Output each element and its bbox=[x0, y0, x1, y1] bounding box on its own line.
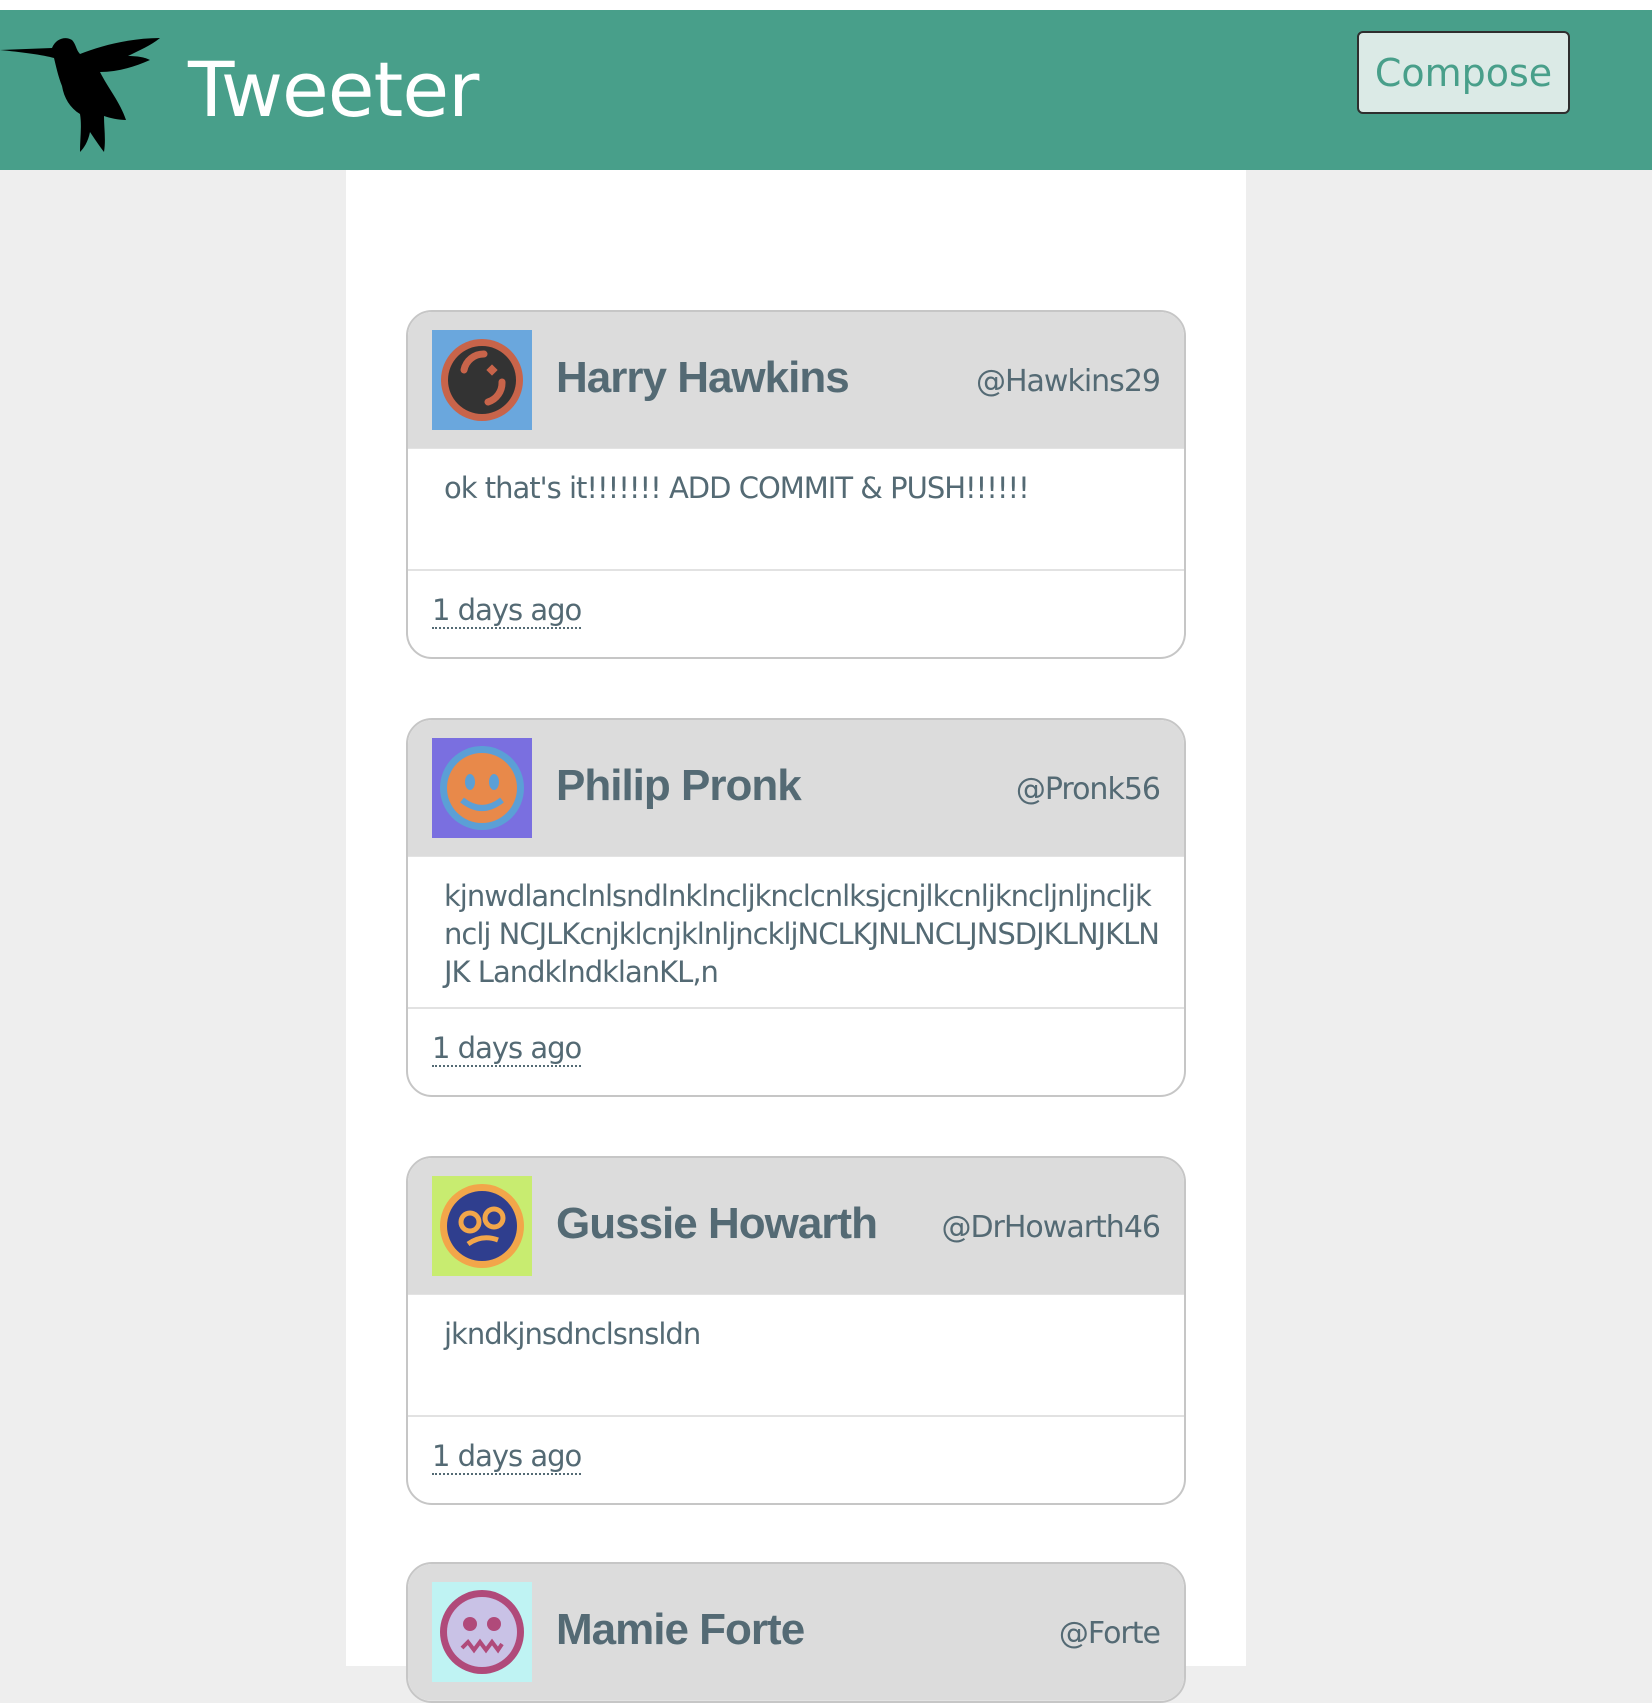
tweet-timestamp: 1 days ago bbox=[432, 1439, 582, 1475]
tweet-author-handle: @Forte bbox=[1058, 1616, 1161, 1651]
tweet-author-name: Mamie Forte bbox=[556, 1605, 805, 1654]
tweet-author-name: Gussie Howarth bbox=[556, 1199, 878, 1248]
avatar-spinner-face-icon[interactable] bbox=[432, 330, 532, 430]
tweet-author-handle: @DrHowarth46 bbox=[941, 1210, 1161, 1245]
hummingbird-icon bbox=[0, 38, 160, 152]
tweet-author-handle: @Pronk56 bbox=[1015, 772, 1161, 807]
tweet-header: Mamie Forte @Forte bbox=[408, 1564, 1184, 1701]
brand-title[interactable]: Tweeter bbox=[188, 52, 479, 128]
tweet-header: Harry Hawkins @Hawkins29 bbox=[408, 312, 1184, 449]
tweet-author-handle: @Hawkins29 bbox=[975, 364, 1161, 399]
tweet-text: jkndkjnsdnclsnsldn bbox=[408, 1295, 1184, 1417]
avatar-skull-face-icon[interactable] bbox=[432, 1582, 532, 1682]
tweet-footer: 1 days ago bbox=[408, 571, 1184, 657]
tweet-author-name: Philip Pronk bbox=[556, 761, 802, 810]
tweet-footer: 1 days ago bbox=[408, 1417, 1184, 1503]
tweet-footer: 1 days ago bbox=[408, 1009, 1184, 1095]
tweet-card: Harry Hawkins @Hawkins29 ok that's it!!!… bbox=[406, 310, 1186, 659]
avatar-smile-face-icon[interactable] bbox=[432, 738, 532, 838]
avatar-glasses-face-icon[interactable] bbox=[432, 1176, 532, 1276]
tweet-feed: Harry Hawkins @Hawkins29 ok that's it!!!… bbox=[346, 170, 1246, 1703]
top-strip bbox=[0, 0, 1652, 10]
tweet-timestamp: 1 days ago bbox=[432, 1031, 582, 1067]
tweet-text: kjnwdlanclnlsndlnklncljknclcnlksjcnjlkcn… bbox=[408, 857, 1184, 1009]
tweet-card: Philip Pronk @Pronk56 kjnwdlanclnlsndlnk… bbox=[406, 718, 1186, 1097]
tweet-header: Philip Pronk @Pronk56 bbox=[408, 720, 1184, 857]
tweet-timestamp: 1 days ago bbox=[432, 593, 582, 629]
tweet-card: Mamie Forte @Forte bbox=[406, 1562, 1186, 1703]
tweet-text: ok that's it!!!!!!! ADD COMMIT & PUSH!!!… bbox=[408, 449, 1184, 571]
tweet-header: Gussie Howarth @DrHowarth46 bbox=[408, 1158, 1184, 1295]
compose-button[interactable]: Compose bbox=[1357, 31, 1570, 114]
tweet-card: Gussie Howarth @DrHowarth46 jkndkjnsdncl… bbox=[406, 1156, 1186, 1505]
navbar: Tweeter Compose bbox=[0, 10, 1652, 170]
tweet-author-name: Harry Hawkins bbox=[556, 353, 850, 402]
